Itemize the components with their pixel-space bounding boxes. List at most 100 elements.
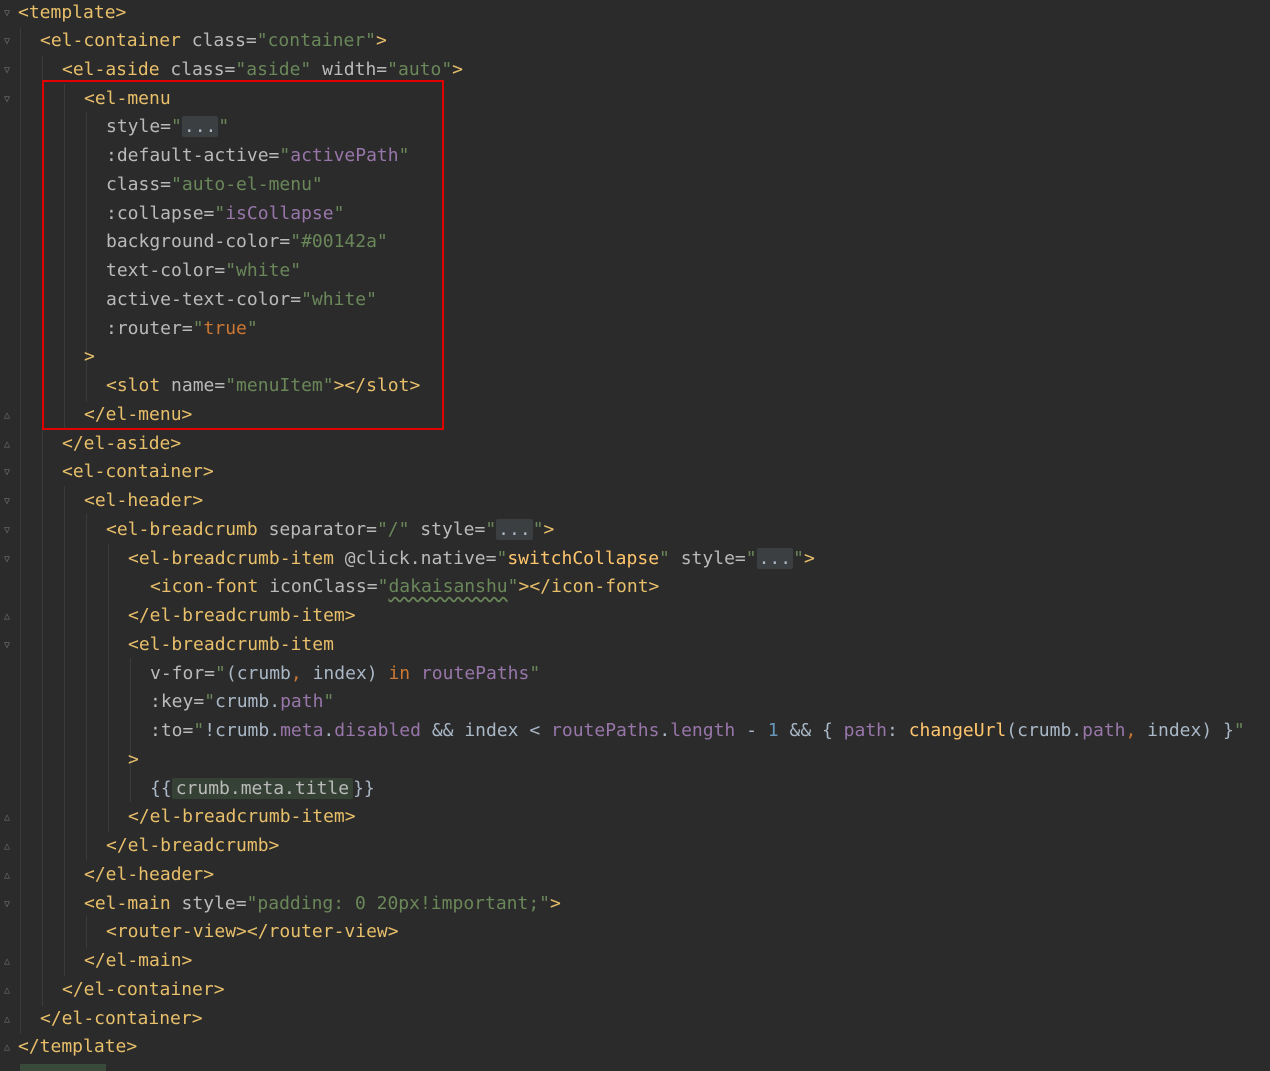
code-token: "auto" bbox=[387, 59, 453, 80]
code-token: </el-breadcrumb-item> bbox=[128, 806, 356, 827]
code-token: " bbox=[793, 548, 804, 569]
code-line[interactable]: </el-container> bbox=[40, 1005, 203, 1033]
code-token: </el-aside> bbox=[62, 433, 182, 454]
code-line[interactable]: </template> bbox=[18, 1033, 137, 1061]
fold-close-icon[interactable]: △ bbox=[2, 1014, 12, 1026]
code-token: width= bbox=[322, 59, 388, 80]
code-token: switchCollapse bbox=[507, 548, 660, 569]
code-token: " bbox=[659, 548, 681, 569]
code-token: <template> bbox=[18, 2, 127, 23]
fold-open-icon[interactable]: ▽ bbox=[2, 899, 12, 911]
code-token: dakaisanshu bbox=[388, 576, 508, 597]
code-token: <el-breadcrumb-item bbox=[128, 548, 345, 569]
code-token: "/" bbox=[376, 519, 421, 540]
fold-close-icon[interactable]: △ bbox=[2, 1042, 12, 1054]
code-line[interactable]: {{crumb.meta.title}} bbox=[150, 775, 375, 803]
code-line[interactable]: <el-breadcrumb-item bbox=[128, 631, 334, 659]
code-line[interactable]: <el-main style="padding: 0 20px!importan… bbox=[84, 890, 561, 918]
code-line[interactable]: </el-breadcrumb-item> bbox=[128, 602, 356, 630]
code-token: index) } bbox=[1147, 720, 1234, 741]
code-line[interactable]: <el-container class="container"> bbox=[40, 27, 387, 55]
code-token: - bbox=[746, 720, 768, 741]
code-line[interactable]: </el-breadcrumb> bbox=[106, 832, 279, 860]
code-token: crumb. bbox=[215, 691, 281, 712]
code-token: " bbox=[507, 576, 519, 597]
fold-close-icon[interactable]: △ bbox=[2, 611, 12, 623]
fold-close-icon[interactable]: △ bbox=[2, 956, 12, 968]
code-line[interactable]: <template> bbox=[18, 0, 126, 27]
code-token: index) bbox=[312, 663, 389, 684]
fold-open-icon[interactable]: ▽ bbox=[2, 65, 12, 77]
code-token: path bbox=[843, 720, 888, 741]
code-token: </template> bbox=[18, 1036, 138, 1057]
code-token: . bbox=[659, 720, 671, 741]
code-token: " bbox=[496, 548, 508, 569]
fold-close-icon[interactable]: △ bbox=[2, 870, 12, 882]
code-line[interactable]: <el-header> bbox=[84, 487, 203, 515]
code-token: class= bbox=[191, 30, 257, 51]
fold-open-icon[interactable]: ▽ bbox=[2, 525, 12, 537]
code-token: ... bbox=[756, 548, 794, 569]
fold-open-icon[interactable]: ▽ bbox=[2, 36, 12, 48]
code-line[interactable]: v-for="(crumb, index) in routePaths" bbox=[150, 660, 540, 688]
code-line[interactable]: :to="!crumb.meta.disabled && index < rou… bbox=[150, 717, 1245, 745]
code-line[interactable]: <el-container> bbox=[62, 458, 214, 486]
fold-open-icon[interactable]: ▽ bbox=[2, 554, 12, 566]
fold-close-icon[interactable]: △ bbox=[2, 841, 12, 853]
indent-guide bbox=[64, 486, 65, 976]
code-token: <icon-font bbox=[150, 576, 270, 597]
fold-open-icon[interactable]: ▽ bbox=[2, 640, 12, 652]
code-token: style= bbox=[181, 893, 247, 914]
code-token: ></icon-font> bbox=[518, 576, 660, 597]
code-token: , bbox=[1125, 720, 1148, 741]
fold-close-icon[interactable]: △ bbox=[2, 985, 12, 997]
code-token: <el-aside bbox=[62, 59, 171, 80]
code-token: . bbox=[323, 720, 335, 741]
code-line[interactable]: <el-breadcrumb separator="/" style="... "… bbox=[106, 516, 554, 544]
code-line[interactable]: <icon-font iconClass="dakaisanshu"></ico… bbox=[150, 573, 659, 601]
code-token: " bbox=[215, 663, 226, 684]
code-line[interactable]: </el-breadcrumb-item> bbox=[128, 803, 356, 831]
code-line[interactable]: </el-aside> bbox=[62, 430, 181, 458]
indent-guide bbox=[86, 514, 87, 860]
fold-open-icon[interactable]: ▽ bbox=[2, 94, 12, 106]
code-line[interactable]: </el-header> bbox=[84, 861, 214, 889]
code-token: " bbox=[745, 548, 757, 569]
code-token: :key= bbox=[150, 691, 205, 712]
code-token: @click.native= bbox=[344, 548, 497, 569]
code-token: <el-container> bbox=[62, 461, 214, 482]
fold-close-icon[interactable]: △ bbox=[2, 439, 12, 451]
code-line[interactable]: > bbox=[128, 746, 139, 774]
code-token: <el-breadcrumb bbox=[106, 519, 269, 540]
code-token: 1 bbox=[767, 720, 790, 741]
code-token: && { bbox=[789, 720, 844, 741]
code-token: <el-main bbox=[84, 893, 182, 914]
code-token: iconClass= bbox=[269, 576, 378, 597]
code-line[interactable]: :key="crumb.path" bbox=[150, 688, 334, 716]
code-line[interactable]: <router-view></router-view> bbox=[106, 918, 399, 946]
fold-close-icon[interactable]: △ bbox=[2, 812, 12, 824]
fold-close-icon[interactable]: △ bbox=[2, 410, 12, 422]
code-token: !crumb. bbox=[204, 720, 281, 741]
code-token: > bbox=[543, 519, 555, 540]
code-token: style= bbox=[680, 548, 746, 569]
code-token: " bbox=[1233, 720, 1245, 741]
code-token: length bbox=[670, 720, 747, 741]
code-line[interactable]: <el-breadcrumb-item @click.native="switc… bbox=[128, 545, 815, 573]
code-token: }} bbox=[353, 778, 375, 799]
code-line[interactable]: </el-container> bbox=[62, 976, 225, 1004]
code-token: changeUrl bbox=[908, 720, 1007, 741]
highlight-annotation-box bbox=[42, 80, 444, 430]
code-token: " bbox=[532, 519, 544, 540]
fold-open-icon[interactable]: ▽ bbox=[2, 467, 12, 479]
fold-open-icon[interactable]: ▽ bbox=[2, 496, 12, 508]
code-token: in bbox=[388, 663, 421, 684]
fold-open-icon[interactable]: ▽ bbox=[2, 8, 12, 20]
code-line[interactable]: </el-main> bbox=[84, 947, 192, 975]
code-token: "padding: 0 20px!important;" bbox=[246, 893, 551, 914]
indent-guide bbox=[86, 916, 87, 948]
code-token: "aside" bbox=[235, 59, 323, 80]
code-token: "container" bbox=[256, 30, 376, 51]
code-token: " bbox=[193, 720, 205, 741]
code-token: </el-breadcrumb> bbox=[106, 835, 280, 856]
